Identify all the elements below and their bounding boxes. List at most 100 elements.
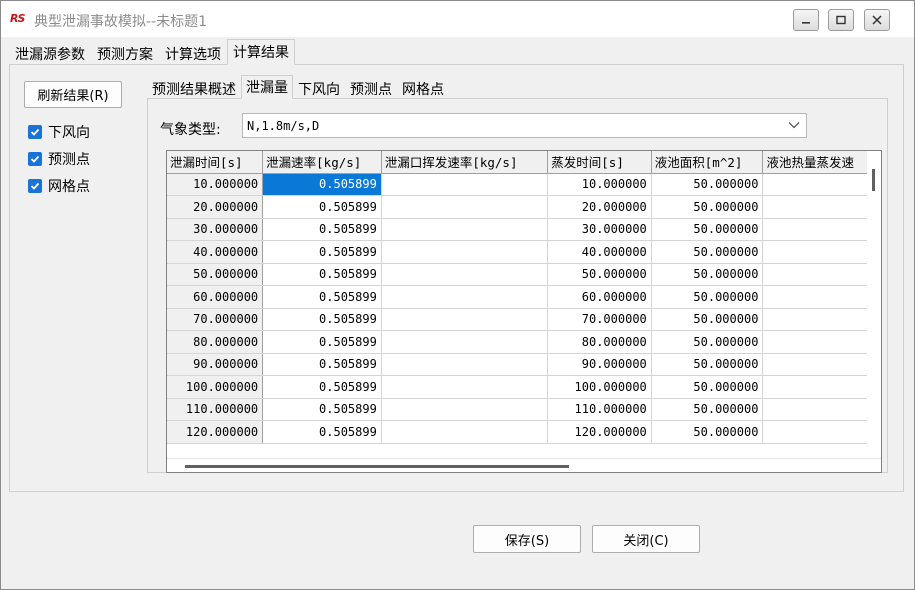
table-cell[interactable]: 110.000000 [547, 398, 652, 421]
table-cell[interactable] [762, 285, 881, 309]
weather-type-select[interactable]: N,1.8m/s,D [242, 113, 807, 138]
table-row[interactable]: 60.000000 0.505899 60.000000 50.000000 [167, 285, 881, 309]
table-cell[interactable]: 0.505899 [262, 240, 382, 264]
table-cell[interactable] [381, 420, 549, 444]
table-cell[interactable] [762, 240, 881, 264]
table-cell[interactable]: 0.505899 [262, 375, 382, 399]
table-cell[interactable]: 0.505899 [262, 330, 382, 354]
tab-result-overview[interactable]: 预测结果概述 [147, 77, 241, 99]
checkbox-prediction-point[interactable]: 预测点 [28, 149, 90, 169]
table-cell[interactable]: 0.505899 [262, 398, 382, 421]
close-window-button[interactable] [864, 9, 890, 31]
table-cell[interactable]: 50.000000 [651, 375, 764, 399]
tab-calc-results[interactable]: 计算结果 [227, 39, 295, 65]
table-cell[interactable] [762, 420, 881, 444]
table-cell[interactable]: 50.000000 [651, 420, 764, 444]
table-cell[interactable]: 50.000000 [651, 330, 764, 354]
table-row[interactable]: 40.000000 0.505899 40.000000 50.000000 [167, 240, 881, 264]
row-header-cell[interactable]: 10.000000 [167, 173, 264, 196]
row-header-cell[interactable]: 120.000000 [167, 420, 264, 444]
table-cell[interactable]: 0.505899 [262, 285, 382, 309]
table-cell[interactable]: 50.000000 [651, 263, 764, 286]
table-cell[interactable]: 0.505899 [262, 263, 382, 286]
table-cell[interactable]: 60.000000 [547, 285, 652, 309]
table-cell[interactable] [762, 263, 881, 286]
column-header[interactable]: 泄漏速率[kg/s] [262, 151, 382, 174]
table-cell[interactable] [762, 330, 881, 354]
table-cell[interactable]: 120.000000 [547, 420, 652, 444]
table-cell[interactable]: 20.000000 [547, 195, 652, 219]
table-cell[interactable]: 30.000000 [547, 218, 652, 241]
table-cell[interactable]: 80.000000 [547, 330, 652, 354]
table-cell[interactable]: 70.000000 [547, 308, 652, 331]
row-header-cell[interactable]: 100.000000 [167, 375, 264, 399]
table-cell[interactable]: 50.000000 [651, 353, 764, 376]
tab-grid-points[interactable]: 网格点 [397, 77, 449, 99]
table-cell[interactable]: 50.000000 [651, 308, 764, 331]
close-button[interactable]: 关闭(C) [592, 525, 700, 553]
column-header[interactable]: 泄漏时间[s] [167, 151, 264, 174]
vertical-scrollbar[interactable] [867, 151, 881, 472]
table-cell[interactable]: 50.000000 [651, 240, 764, 264]
table-cell[interactable]: 0.505899 [262, 308, 382, 331]
table-cell[interactable] [381, 330, 549, 354]
table-cell[interactable] [381, 353, 549, 376]
table-row[interactable]: 50.000000 0.505899 50.000000 50.000000 [167, 263, 881, 286]
table-cell[interactable]: 100.000000 [547, 375, 652, 399]
table-cell[interactable]: 0.505899 [262, 173, 382, 196]
table-cell[interactable] [381, 285, 549, 309]
row-header-cell[interactable]: 60.000000 [167, 285, 264, 309]
tab-downwind[interactable]: 下风向 [293, 77, 345, 99]
table-cell[interactable]: 50.000000 [651, 285, 764, 309]
table-cell[interactable]: 0.505899 [262, 353, 382, 376]
row-header-cell[interactable]: 20.000000 [167, 195, 264, 219]
row-header-cell[interactable]: 110.000000 [167, 398, 264, 421]
results-grid[interactable]: 泄漏时间[s] 泄漏速率[kg/s] 泄漏口挥发速率[kg/s] 蒸发时间[s] 液池面… [166, 150, 882, 473]
row-header-cell[interactable]: 80.000000 [167, 330, 264, 354]
table-row[interactable]: 30.000000 0.505899 30.000000 50.000000 [167, 218, 881, 241]
row-header-cell[interactable]: 50.000000 [167, 263, 264, 286]
maximize-button[interactable] [828, 9, 854, 31]
checkbox-downwind[interactable]: 下风向 [28, 122, 90, 142]
column-header[interactable]: 液池面积[m^2] [651, 151, 764, 174]
table-cell[interactable]: 50.000000 [651, 173, 764, 196]
table-cell[interactable] [381, 263, 549, 286]
table-row[interactable]: 10.000000 0.505899 10.000000 50.000000 [167, 173, 881, 196]
tab-prediction-plan[interactable]: 预测方案 [91, 41, 159, 65]
table-cell[interactable] [381, 398, 549, 421]
table-cell[interactable] [381, 375, 549, 399]
refresh-results-button[interactable]: 刷新结果(R) [24, 81, 122, 108]
minimize-button[interactable] [793, 9, 819, 31]
table-row[interactable]: 70.000000 0.505899 70.000000 50.000000 [167, 308, 881, 331]
tab-leak-source[interactable]: 泄漏源参数 [9, 41, 91, 65]
table-cell[interactable] [381, 173, 549, 196]
table-cell[interactable]: 0.505899 [262, 420, 382, 444]
table-cell[interactable] [381, 195, 549, 219]
row-header-cell[interactable]: 70.000000 [167, 308, 264, 331]
table-cell[interactable]: 0.505899 [262, 218, 382, 241]
table-row[interactable]: 80.000000 0.505899 80.000000 50.000000 [167, 330, 881, 354]
table-cell[interactable]: 0.505899 [262, 195, 382, 219]
table-cell[interactable]: 50.000000 [651, 195, 764, 219]
tab-calc-options[interactable]: 计算选项 [159, 41, 227, 65]
table-row[interactable]: 120.000000 0.505899 120.000000 50.000000 [167, 420, 881, 444]
tab-leak-amount[interactable]: 泄漏量 [241, 75, 293, 99]
table-cell[interactable] [762, 308, 881, 331]
table-row[interactable]: 20.000000 0.505899 20.000000 50.000000 [167, 195, 881, 219]
table-cell[interactable] [762, 398, 881, 421]
vertical-scroll-thumb[interactable] [872, 169, 875, 191]
save-button[interactable]: 保存(S) [473, 525, 581, 553]
title-bar[interactable]: RS 典型泄漏事故模拟--未标题1 [1, 1, 914, 37]
tab-prediction-points[interactable]: 预测点 [345, 77, 397, 99]
table-cell[interactable] [762, 173, 881, 196]
table-row[interactable]: 110.000000 0.505899 110.000000 50.000000 [167, 398, 881, 421]
table-cell[interactable] [381, 218, 549, 241]
table-cell[interactable]: 40.000000 [547, 240, 652, 264]
table-cell[interactable]: 50.000000 [651, 398, 764, 421]
table-cell[interactable] [762, 218, 881, 241]
row-header-cell[interactable]: 30.000000 [167, 218, 264, 241]
column-header[interactable]: 蒸发时间[s] [547, 151, 652, 174]
column-header[interactable]: 泄漏口挥发速率[kg/s] [381, 151, 549, 174]
table-cell[interactable]: 50.000000 [651, 218, 764, 241]
table-cell[interactable] [381, 240, 549, 264]
